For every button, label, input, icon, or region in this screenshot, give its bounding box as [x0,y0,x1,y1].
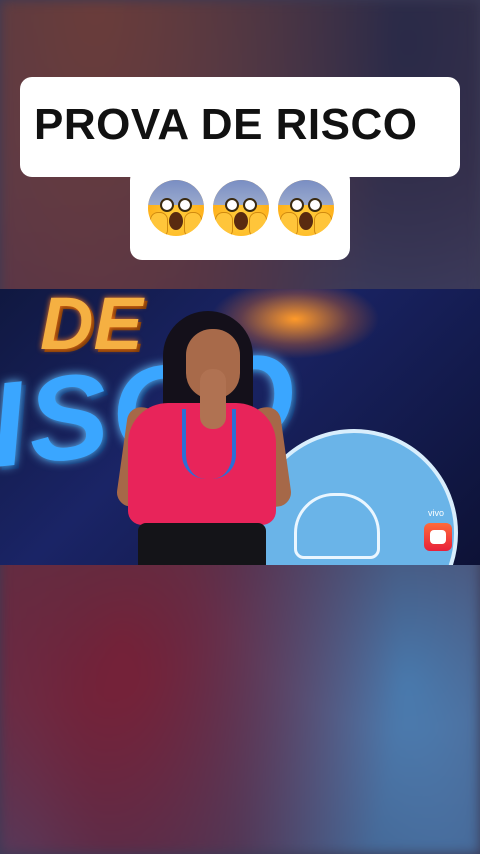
video-frame[interactable]: DE ISCO vivo [0,289,480,565]
contestant-clasped-hands [200,369,226,429]
face-screaming-in-fear-emoji [278,180,334,236]
face-screaming-in-fear-emoji [148,180,204,236]
contestant-pants [138,523,266,565]
face-screaming-in-fear-emoji [213,180,269,236]
emoji-row [148,180,334,240]
contestant-figure [115,307,293,565]
globo-logo-icon [424,523,452,551]
live-label: vivo [428,508,445,518]
caption-title: PROVA DE RISCO [34,100,418,149]
